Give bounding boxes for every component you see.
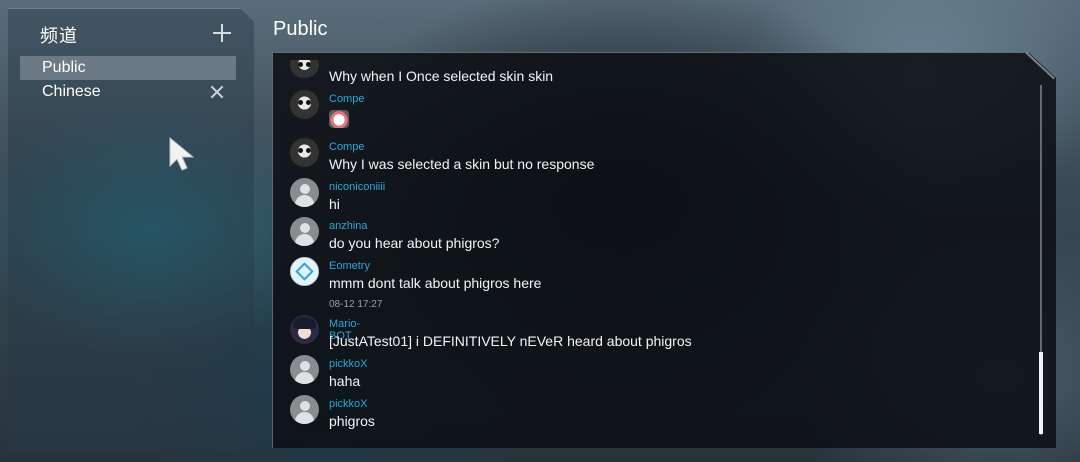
anime-avatar[interactable] — [290, 315, 319, 344]
message-username[interactable]: pickkoX — [329, 398, 368, 410]
geometry-logo-avatar[interactable] — [290, 257, 319, 286]
message-text: Why when I Once selected skin skin — [329, 68, 554, 84]
message-username[interactable]: niconiconiiii — [329, 181, 385, 193]
message-username[interactable]: Compe — [329, 93, 364, 105]
message-timestamp: 08-12 17:27 — [329, 299, 383, 310]
default-user-avatar[interactable] — [290, 217, 319, 246]
chat-scrollbar-thumb[interactable] — [1039, 352, 1043, 434]
default-user-avatar[interactable] — [290, 355, 319, 384]
skull-avatar[interactable] — [290, 90, 319, 119]
close-channel-icon[interactable] — [208, 83, 226, 101]
cursor-icon — [169, 136, 195, 171]
message-text: Why I was selected a skin but no respons… — [329, 156, 595, 172]
message-username[interactable]: Compe — [329, 141, 364, 153]
girl-sticker-icon — [329, 110, 349, 128]
channel-item-chinese[interactable]: Chinese — [20, 80, 236, 104]
message-text: haha — [329, 373, 361, 389]
channel-item-public[interactable]: Public — [20, 56, 236, 80]
message-text: [JustATest01] i DEFINITIVELY nEVeR heard… — [329, 333, 692, 349]
channel-label: Chinese — [42, 83, 101, 100]
message-text: do you hear about phigros? — [329, 235, 500, 251]
message-username[interactable]: anzhina — [329, 220, 368, 232]
default-user-avatar[interactable] — [290, 178, 319, 207]
channel-panel: 频道 Public Chinese — [8, 8, 254, 450]
message-username[interactable]: pickkoX — [329, 358, 368, 370]
channel-header: 频道 — [40, 26, 78, 46]
message-username[interactable]: Eometry — [329, 260, 370, 272]
default-user-avatar[interactable] — [290, 395, 319, 424]
add-channel-icon[interactable] — [211, 22, 233, 44]
channel-label: Public — [42, 59, 86, 76]
message-text: hi — [329, 196, 340, 212]
channel-title: Public — [273, 18, 328, 40]
chat-panel[interactable] — [272, 52, 1056, 448]
skull-avatar[interactable] — [290, 138, 319, 167]
message-text: mmm dont talk about phigros here — [329, 275, 542, 291]
message-text: phigros — [329, 413, 375, 429]
